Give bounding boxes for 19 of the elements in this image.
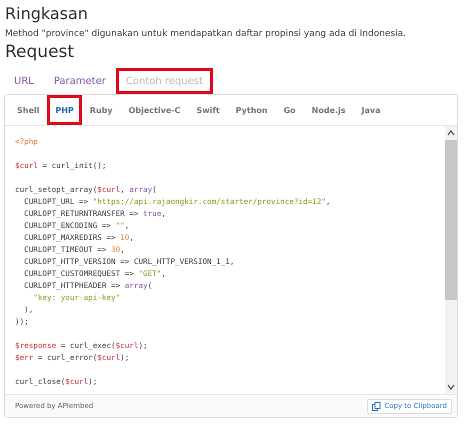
language-tab[interactable]: PHP xyxy=(47,95,82,125)
language-tab[interactable]: Go xyxy=(276,95,304,125)
language-tab[interactable]: Ruby xyxy=(82,95,121,125)
scrollbar-thumb[interactable] xyxy=(445,140,457,300)
section-heading: Ringkasan xyxy=(5,3,89,25)
description-text: Method "province" digunakan untuk mendapatkan daftar propinsi yang ada di Indonesia. xyxy=(5,28,408,40)
language-tab[interactable]: Shell xyxy=(9,95,48,125)
scrollbar[interactable] xyxy=(445,126,457,394)
language-tab[interactable]: Python xyxy=(228,95,276,125)
scroll-down-icon[interactable] xyxy=(447,383,455,391)
language-tab[interactable]: Java xyxy=(354,95,389,125)
language-tab[interactable]: Objective-C xyxy=(120,95,188,125)
scroll-up-icon[interactable] xyxy=(447,129,455,137)
language-tab[interactable]: Swift xyxy=(188,95,228,125)
copy-icon xyxy=(372,402,382,410)
language-tab[interactable]: Node.js xyxy=(304,95,354,125)
tab[interactable]: URL xyxy=(4,68,44,94)
tab[interactable]: Parameter xyxy=(44,68,116,94)
section-heading: Request xyxy=(5,41,76,64)
